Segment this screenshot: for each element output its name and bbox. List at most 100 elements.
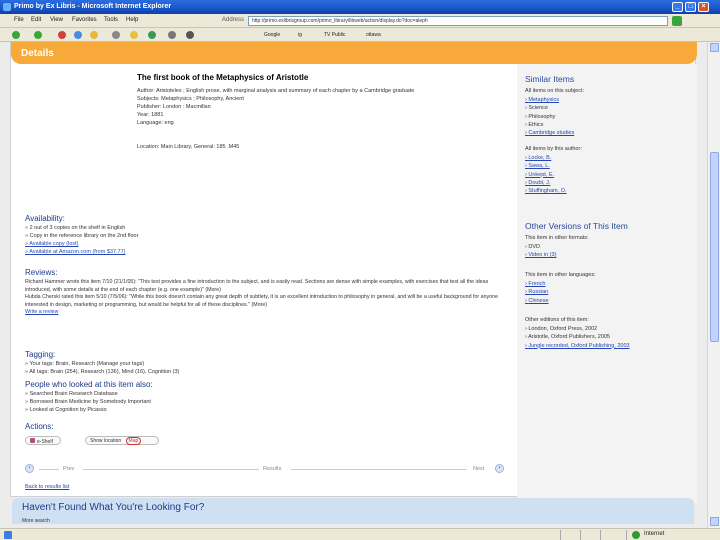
formats-list: DVD Video in (3) (525, 244, 556, 261)
next-arrow-icon[interactable]: › (495, 464, 504, 473)
menu-tools[interactable]: Tools (104, 17, 118, 23)
language-link[interactable]: Chinese (525, 298, 548, 306)
author-link[interactable]: Doubt, J. (525, 180, 567, 188)
author-link[interactable]: Locke, B. (525, 155, 567, 163)
people-item[interactable]: Searched Brain Research Database (25, 391, 151, 399)
editions-list: London, Oxford Press, 2002 Aristotle, Ox… (525, 326, 630, 351)
internet-zone-icon (632, 531, 640, 539)
menu-file[interactable]: File (14, 17, 24, 23)
vertical-scrollbar[interactable] (707, 42, 720, 528)
format-link[interactable]: DVD (525, 244, 556, 252)
address-label: Address (222, 17, 245, 23)
search-icon[interactable] (112, 31, 120, 39)
address-input[interactable]: http://primo.exlibrisgroup.com/primo_lib… (248, 16, 668, 26)
google-search-label[interactable]: Google (264, 32, 280, 38)
next-label[interactable]: Next (473, 466, 484, 472)
edition-link[interactable]: London, Oxford Press, 2002 (525, 326, 630, 334)
subject-link[interactable]: Science (525, 105, 574, 113)
not-found-heading: Haven't Found What You're Looking For? (22, 502, 205, 513)
close-button[interactable]: × (698, 2, 709, 12)
menu-favorites[interactable]: Favorites (72, 17, 97, 23)
availability-link[interactable]: Available copy (lost) (25, 241, 138, 249)
forward-icon[interactable] (34, 31, 42, 39)
people-item[interactable]: Looked at Cognition by Picasso (25, 407, 151, 415)
author-link[interactable]: Unkept, E. (525, 172, 567, 180)
menu-view[interactable]: View (50, 17, 63, 23)
author-subheading: All items by this author: (525, 146, 582, 152)
language-link[interactable]: French (525, 281, 549, 289)
people-item[interactable]: Borrowed Brain Medicine by Somebody Impo… (25, 399, 151, 407)
scroll-thumb[interactable] (710, 152, 719, 342)
subject-link[interactable]: Ethics (525, 122, 574, 130)
results-label: Results (263, 466, 282, 472)
author-list: Locke, B. Sawa, L. Unkept, E. Doubt, J. … (525, 155, 567, 196)
actions-heading: Actions: (25, 422, 54, 431)
home-icon[interactable] (90, 31, 98, 39)
link-tv-public[interactable]: TV Public (324, 32, 345, 38)
mail-icon[interactable] (168, 31, 176, 39)
map-badge: Map (125, 437, 142, 445)
pager-line (291, 469, 467, 470)
author-link[interactable]: Stuffingham, O. (525, 188, 566, 196)
review-item: Richard Hammer wrote this item 7/10 (21/… (25, 279, 489, 293)
back-icon[interactable] (12, 31, 20, 39)
record-author: Author: Aristoteles ; English prose, wit… (137, 88, 415, 94)
menu-help[interactable]: Help (126, 17, 138, 23)
scroll-down-icon[interactable] (710, 517, 719, 526)
subject-subheading: All items on this subject: (525, 88, 584, 94)
record-subjects: Subjects: Metaphysics ; Philosophy, Anci… (137, 96, 244, 102)
sidebar: Similar Items All items on this subject:… (517, 64, 697, 504)
author-link[interactable]: Sawa, L. (525, 163, 567, 171)
menu-bar: File Edit View Favorites Tools Help Addr… (0, 14, 720, 28)
format-link[interactable]: Video in (3) (525, 252, 556, 260)
pager: ‹ Prev Results Next › (25, 464, 511, 474)
link-ottawa[interactable]: ottawa (366, 32, 381, 38)
details-title: Details (21, 48, 54, 59)
go-button[interactable] (672, 16, 682, 26)
formats-subheading: This item in other formats: (525, 235, 589, 241)
review-item: Hubda Cherski rated this item 5/10 (7/5/… (25, 294, 499, 308)
show-location-button[interactable]: Show location Map (85, 436, 159, 445)
not-found-section: Haven't Found What You're Looking For? M… (12, 498, 694, 524)
back-to-results-link[interactable]: Back to results list (25, 484, 69, 490)
subject-link[interactable]: Cambridge studies (525, 130, 574, 138)
subject-link[interactable]: Metaphysics (525, 97, 574, 105)
ie-icon (3, 3, 11, 11)
print-icon[interactable] (186, 31, 194, 39)
maximize-button[interactable]: □ (685, 2, 696, 12)
refresh-icon[interactable] (74, 31, 82, 39)
favorites-icon[interactable] (130, 31, 138, 39)
tagging-heading: Tagging: (25, 350, 56, 359)
status-separator (626, 530, 627, 540)
edition-link[interactable]: Aristotle, Oxford Publishers, 2005 (525, 334, 630, 342)
link-ig[interactable]: ig (298, 32, 302, 38)
edition-link[interactable]: Jungle recorded, Oxford Publishing, 2003 (525, 343, 629, 351)
prev-arrow-icon[interactable]: ‹ (25, 464, 34, 473)
amazon-link[interactable]: Available at Amazon.com (from $37.77) (25, 249, 138, 257)
all-tags[interactable]: All tags: Brain (254), Research (136), M… (25, 369, 179, 377)
editions-subheading: Other editions of this item: (525, 317, 589, 323)
eshelf-icon (30, 438, 35, 443)
minimize-button[interactable]: _ (672, 2, 683, 12)
scroll-up-icon[interactable] (710, 43, 719, 52)
subject-link[interactable]: Philosophy (525, 114, 574, 122)
window-title-bar: Primo by Ex Libris - Microsoft Internet … (0, 0, 720, 14)
language-link[interactable]: Russian (525, 289, 549, 297)
languages-list: French Russian Chinese (525, 281, 549, 306)
eshelf-button[interactable]: e-Shelf (25, 436, 61, 445)
menu-edit[interactable]: Edit (31, 17, 41, 23)
tagging-list: Your tags: Brain, Research (Manage your … (25, 361, 179, 377)
prev-label[interactable]: Prev (63, 466, 74, 472)
zone-label: Internet (644, 531, 665, 537)
availability-item: 2 out of 3 copies on the shelf in Englis… (25, 225, 138, 233)
stop-icon[interactable] (58, 31, 66, 39)
status-separator (560, 530, 561, 540)
status-separator (600, 530, 601, 540)
history-icon[interactable] (148, 31, 156, 39)
show-location-label: Show location (90, 438, 122, 444)
window-title: Primo by Ex Libris - Microsoft Internet … (14, 3, 172, 10)
write-review-link[interactable]: Write a review (25, 309, 511, 317)
other-versions-heading: Other Versions of This Item (525, 221, 628, 231)
page-icon (4, 531, 12, 539)
your-tags[interactable]: Your tags: Brain, Research (Manage your … (25, 361, 179, 369)
